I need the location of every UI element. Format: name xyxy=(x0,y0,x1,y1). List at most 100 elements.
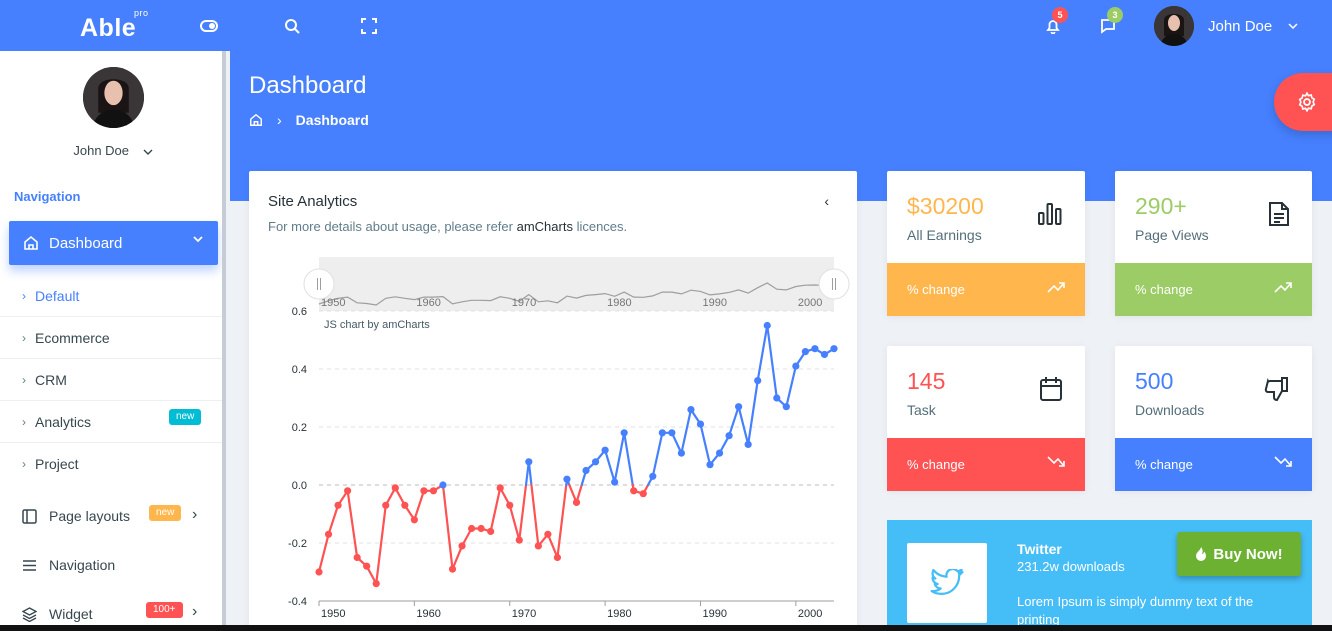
data-point xyxy=(344,487,352,495)
data-point xyxy=(763,321,771,330)
buy-now-button[interactable]: Buy Now! xyxy=(1177,532,1301,576)
series-segment xyxy=(756,324,769,382)
messages-icon[interactable]: 3 xyxy=(1098,7,1123,36)
data-point xyxy=(639,490,647,498)
series-segment xyxy=(508,504,521,542)
stat-footer: % change xyxy=(887,438,1085,491)
data-point xyxy=(649,472,657,480)
series-segment xyxy=(546,533,559,559)
sidebar-subitem-default[interactable]: › Default xyxy=(0,275,222,317)
chevron-down-icon xyxy=(143,149,153,155)
y-tick-label: 0.2 xyxy=(292,422,307,434)
data-point xyxy=(515,536,523,544)
x-tick-label: 1970 xyxy=(512,608,536,620)
brand-logo[interactable]: Able pro xyxy=(80,8,148,43)
data-point xyxy=(820,350,829,359)
scrollbar-right-grip[interactable] xyxy=(818,268,850,300)
search-icon[interactable] xyxy=(282,16,302,36)
scrollbar-tick-label: 1960 xyxy=(416,297,440,309)
calendar-icon xyxy=(1040,377,1062,401)
data-point xyxy=(687,406,695,414)
stat-card-task: 145 Task % change xyxy=(887,346,1085,491)
sidebar-toggle-icon[interactable] xyxy=(199,16,219,36)
chevron-right-icon: › xyxy=(22,330,26,345)
data-point xyxy=(630,487,638,495)
data-point xyxy=(830,345,838,353)
data-point xyxy=(773,394,781,402)
stat-value: $30200 xyxy=(907,193,984,219)
thumbs-down-icon xyxy=(1264,377,1288,402)
stat-label: Task xyxy=(907,402,936,418)
series-segment xyxy=(613,431,626,484)
series-segment xyxy=(727,405,740,437)
new-badge: new xyxy=(169,409,202,425)
sidebar-user-name[interactable]: John Doe xyxy=(0,143,222,158)
chevron-right-icon: › xyxy=(192,506,198,523)
data-point xyxy=(525,458,533,466)
y-tick-label: 0.6 xyxy=(292,306,307,318)
fullscreen-icon[interactable] xyxy=(359,16,379,36)
data-point xyxy=(735,403,743,411)
data-point xyxy=(487,527,495,535)
stat-card-page-views: 290+ Page Views % change xyxy=(1115,171,1312,316)
sidebar-subitem-analytics[interactable]: › Analytics new xyxy=(0,401,222,443)
data-point xyxy=(534,542,542,550)
scrollbar-left-grip[interactable] xyxy=(303,268,335,300)
data-point xyxy=(410,516,418,524)
stat-value: 500 xyxy=(1135,368,1174,394)
series-segment xyxy=(413,489,426,521)
chevron-right-icon: › xyxy=(22,372,26,387)
layout-icon xyxy=(22,508,37,524)
data-point xyxy=(382,501,390,509)
sidebar-avatar[interactable] xyxy=(83,67,144,128)
data-point xyxy=(801,348,809,356)
scrollbar-tick-label: 1990 xyxy=(702,297,726,309)
file-text-icon xyxy=(1269,202,1289,226)
page-title: Dashboard xyxy=(249,72,367,99)
series-segment xyxy=(680,408,693,455)
sidebar-item-navigation[interactable]: Navigation xyxy=(0,543,222,587)
data-point xyxy=(324,530,333,538)
data-point xyxy=(725,432,733,440)
home-icon xyxy=(24,235,38,250)
sidebar-item-dashboard[interactable]: Dashboard xyxy=(9,221,218,265)
series-segment xyxy=(556,483,568,559)
twitter-logo-box xyxy=(907,543,987,623)
new-badge: new xyxy=(149,505,182,521)
sidebar: John Doe Navigation Dashboard › Default ›… xyxy=(0,51,226,631)
messages-badge: 3 xyxy=(1107,7,1123,23)
series-segment xyxy=(737,405,750,446)
sidebar-subitem-ecommerce[interactable]: › Ecommerce xyxy=(0,317,222,359)
user-menu[interactable]: John Doe xyxy=(1154,6,1298,46)
twitter-downloads: 231.2w downloads xyxy=(1017,559,1125,574)
user-name: John Doe xyxy=(1208,17,1273,35)
chevron-right-icon: › xyxy=(277,112,282,128)
notification-bell-icon[interactable]: 5 xyxy=(1043,7,1068,36)
y-tick-label: 0.4 xyxy=(292,364,307,376)
series-segment xyxy=(451,544,464,571)
data-point xyxy=(315,568,323,576)
data-point xyxy=(401,501,409,509)
chevron-right-icon: › xyxy=(192,603,198,620)
home-icon[interactable] xyxy=(249,113,263,127)
series-segment xyxy=(441,483,454,571)
series-segment xyxy=(604,449,616,484)
data-point xyxy=(458,542,466,550)
data-point xyxy=(706,461,714,469)
data-point xyxy=(429,487,438,495)
sidebar-subitem-crm[interactable]: › CRM xyxy=(0,359,222,401)
data-point xyxy=(591,458,600,466)
data-point xyxy=(372,580,380,588)
x-tick-label: 2000 xyxy=(798,608,822,620)
sidebar-item-page-layouts[interactable]: Page layouts new › xyxy=(0,494,222,538)
breadcrumb-current[interactable]: Dashboard xyxy=(296,112,369,128)
data-point xyxy=(715,449,724,457)
notification-badge: 5 xyxy=(1052,7,1068,23)
data-point xyxy=(677,449,686,457)
data-point xyxy=(792,362,800,370)
x-tick-label: 1950 xyxy=(321,608,345,620)
settings-button[interactable] xyxy=(1274,73,1332,131)
data-point xyxy=(658,429,666,437)
trending-down-icon xyxy=(1274,456,1292,467)
sidebar-subitem-project[interactable]: › Project xyxy=(0,443,222,485)
